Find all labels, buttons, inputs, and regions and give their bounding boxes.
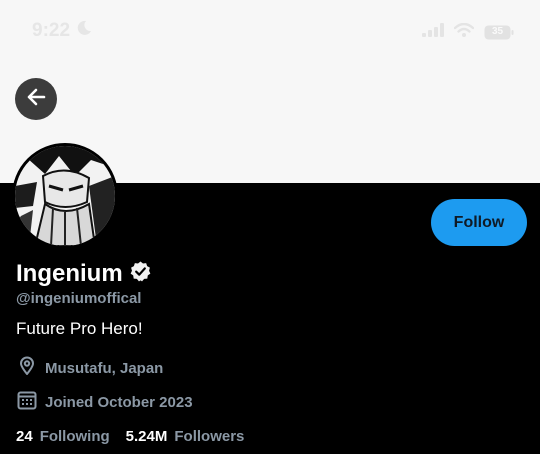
follow-counts: 24 Following 5.24M Followers [16,428,244,445]
profile-handle: @ingeniumoffical [16,290,142,307]
followers-count: 5.24M [125,428,168,445]
calendar-icon [17,390,37,414]
display-name: Ingenium [16,260,123,287]
status-time: 9:22 [32,20,92,42]
battery-level: 35 [491,26,504,37]
follow-button[interactable]: Follow [431,199,527,246]
profile-joined: Joined October 2023 [17,390,193,414]
joined-text: Joined October 2023 [45,393,193,411]
signal-icon [422,23,444,42]
avatar[interactable] [12,143,118,249]
moon-icon [76,20,92,42]
name-row: Ingenium [16,260,152,288]
following-link[interactable]: 24 Following [16,428,110,445]
profile-location: Musutafu, Japan [17,356,163,380]
followers-label: Followers [174,428,245,445]
map-pin-icon [17,356,37,380]
following-count: 24 [16,428,33,445]
back-button[interactable] [15,78,57,120]
status-bar: 9:22 35 [0,0,540,64]
wifi-icon [453,22,475,42]
status-time-text: 9:22 [32,20,71,41]
status-icons: 35 [422,22,514,42]
followers-link[interactable]: 5.24M Followers [126,428,245,445]
verified-badge-icon [129,260,152,288]
profile-bio: Future Pro Hero! [16,319,143,338]
profile-screen: 9:22 35 Follow Ingenium @ingeniumoffical… [0,0,540,454]
location-text: Musutafu, Japan [45,359,164,377]
following-label: Following [39,428,110,445]
battery-icon: 35 [484,25,514,40]
arrow-left-icon [25,86,47,113]
